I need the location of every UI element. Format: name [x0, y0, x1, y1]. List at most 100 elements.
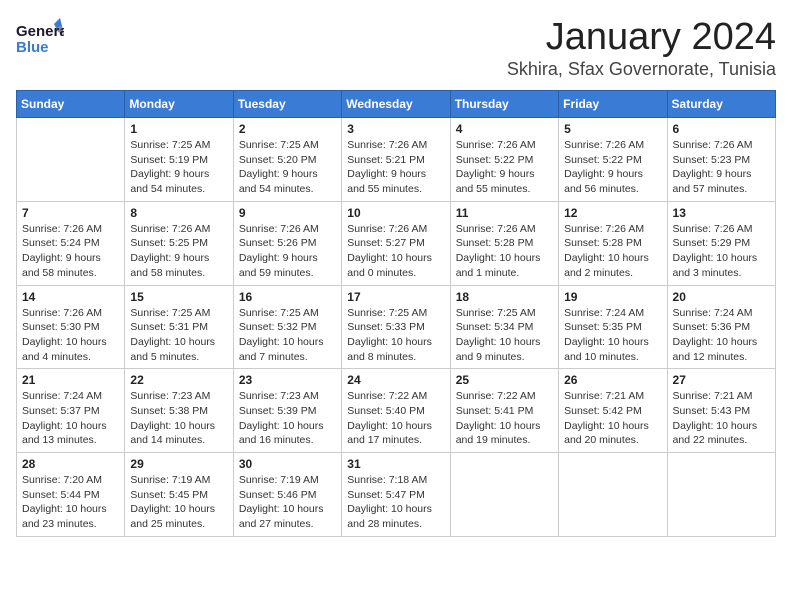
calendar-cell: 21 Sunrise: 7:24 AMSunset: 5:37 PMDayligh… [17, 369, 125, 453]
day-info: Sunrise: 7:18 AMSunset: 5:47 PMDaylight:… [347, 473, 444, 532]
day-info: Sunrise: 7:26 AMSunset: 5:21 PMDaylight:… [347, 138, 444, 197]
day-info: Sunrise: 7:25 AMSunset: 5:32 PMDaylight:… [239, 306, 336, 365]
calendar-cell: 15 Sunrise: 7:25 AMSunset: 5:31 PMDayligh… [125, 285, 233, 369]
calendar-cell: 31 Sunrise: 7:18 AMSunset: 5:47 PMDayligh… [342, 453, 450, 537]
day-number: 13 [673, 206, 770, 220]
calendar-cell: 13 Sunrise: 7:26 AMSunset: 5:29 PMDayligh… [667, 201, 775, 285]
day-info: Sunrise: 7:26 AMSunset: 5:26 PMDaylight:… [239, 222, 336, 281]
day-header-thursday: Thursday [450, 91, 558, 118]
calendar-cell [667, 453, 775, 537]
calendar-cell: 14 Sunrise: 7:26 AMSunset: 5:30 PMDayligh… [17, 285, 125, 369]
page-header: General Blue January 2024 Skhira, Sfax G… [16, 16, 776, 80]
calendar-cell: 25 Sunrise: 7:22 AMSunset: 5:41 PMDayligh… [450, 369, 558, 453]
day-info: Sunrise: 7:24 AMSunset: 5:37 PMDaylight:… [22, 389, 119, 448]
calendar-table: SundayMondayTuesdayWednesdayThursdayFrid… [16, 90, 776, 537]
calendar-cell: 18Sunrise: 7:25 AMSunset: 5:34 PMDayligh… [450, 285, 558, 369]
location-title: Skhira, Sfax Governorate, Tunisia [507, 59, 776, 80]
day-number: 4 [456, 122, 553, 136]
day-number: 31 [347, 457, 444, 471]
day-number: 24 [347, 373, 444, 387]
calendar-cell: 3 Sunrise: 7:26 AMSunset: 5:21 PMDaylight… [342, 118, 450, 202]
day-number: 2 [239, 122, 336, 136]
day-number: 20 [673, 290, 770, 304]
week-row-2: 7 Sunrise: 7:26 AMSunset: 5:24 PMDaylight… [17, 201, 776, 285]
calendar-cell: 28Sunrise: 7:20 AMSunset: 5:44 PMDayligh… [17, 453, 125, 537]
day-info: Sunrise: 7:21 AMSunset: 5:43 PMDaylight:… [673, 389, 770, 448]
svg-text:Blue: Blue [16, 39, 49, 56]
day-number: 22 [130, 373, 227, 387]
day-info: Sunrise: 7:26 AMSunset: 5:28 PMDaylight:… [456, 222, 553, 281]
calendar-cell: 11 Sunrise: 7:26 AMSunset: 5:28 PMDayligh… [450, 201, 558, 285]
calendar-cell [559, 453, 667, 537]
week-row-3: 14 Sunrise: 7:26 AMSunset: 5:30 PMDayligh… [17, 285, 776, 369]
day-number: 17 [347, 290, 444, 304]
day-info: Sunrise: 7:26 AMSunset: 5:30 PMDaylight:… [22, 306, 119, 365]
day-info: Sunrise: 7:26 AMSunset: 5:29 PMDaylight:… [673, 222, 770, 281]
day-number: 21 [22, 373, 119, 387]
title-block: January 2024 Skhira, Sfax Governorate, T… [507, 16, 776, 80]
day-header-sunday: Sunday [17, 91, 125, 118]
day-info: Sunrise: 7:25 AMSunset: 5:31 PMDaylight:… [130, 306, 227, 365]
day-info: Sunrise: 7:22 AMSunset: 5:40 PMDaylight:… [347, 389, 444, 448]
day-number: 6 [673, 122, 770, 136]
calendar-cell: 7 Sunrise: 7:26 AMSunset: 5:24 PMDaylight… [17, 201, 125, 285]
week-row-5: 28Sunrise: 7:20 AMSunset: 5:44 PMDayligh… [17, 453, 776, 537]
calendar-body: 1 Sunrise: 7:25 AMSunset: 5:19 PMDaylight… [17, 118, 776, 537]
day-header-wednesday: Wednesday [342, 91, 450, 118]
day-number: 23 [239, 373, 336, 387]
day-number: 3 [347, 122, 444, 136]
day-number: 11 [456, 206, 553, 220]
day-number: 10 [347, 206, 444, 220]
calendar-cell [450, 453, 558, 537]
calendar-cell: 8Sunrise: 7:26 AMSunset: 5:25 PMDaylight… [125, 201, 233, 285]
day-info: Sunrise: 7:25 AMSunset: 5:19 PMDaylight:… [130, 138, 227, 197]
logo: General Blue [16, 16, 64, 58]
day-number: 19 [564, 290, 661, 304]
calendar-cell [17, 118, 125, 202]
day-number: 18 [456, 290, 553, 304]
calendar-cell: 27Sunrise: 7:21 AMSunset: 5:43 PMDayligh… [667, 369, 775, 453]
day-info: Sunrise: 7:24 AMSunset: 5:35 PMDaylight:… [564, 306, 661, 365]
calendar-cell: 10Sunrise: 7:26 AMSunset: 5:27 PMDayligh… [342, 201, 450, 285]
calendar-cell: 19 Sunrise: 7:24 AMSunset: 5:35 PMDayligh… [559, 285, 667, 369]
month-title: January 2024 [507, 16, 776, 59]
day-header-saturday: Saturday [667, 91, 775, 118]
calendar-cell: 5 Sunrise: 7:26 AMSunset: 5:22 PMDaylight… [559, 118, 667, 202]
calendar-cell: 20 Sunrise: 7:24 AMSunset: 5:36 PMDayligh… [667, 285, 775, 369]
calendar-cell: 29Sunrise: 7:19 AMSunset: 5:45 PMDayligh… [125, 453, 233, 537]
day-number: 26 [564, 373, 661, 387]
day-number: 5 [564, 122, 661, 136]
day-info: Sunrise: 7:26 AMSunset: 5:22 PMDaylight:… [456, 138, 553, 197]
calendar-cell: 23 Sunrise: 7:23 AMSunset: 5:39 PMDayligh… [233, 369, 341, 453]
day-info: Sunrise: 7:23 AMSunset: 5:38 PMDaylight:… [130, 389, 227, 448]
day-info: Sunrise: 7:25 AMSunset: 5:33 PMDaylight:… [347, 306, 444, 365]
calendar-cell: 1 Sunrise: 7:25 AMSunset: 5:19 PMDaylight… [125, 118, 233, 202]
day-number: 25 [456, 373, 553, 387]
day-info: Sunrise: 7:26 AMSunset: 5:24 PMDaylight:… [22, 222, 119, 281]
day-info: Sunrise: 7:23 AMSunset: 5:39 PMDaylight:… [239, 389, 336, 448]
day-number: 29 [130, 457, 227, 471]
day-number: 8 [130, 206, 227, 220]
day-info: Sunrise: 7:21 AMSunset: 5:42 PMDaylight:… [564, 389, 661, 448]
day-info: Sunrise: 7:26 AMSunset: 5:22 PMDaylight:… [564, 138, 661, 197]
day-number: 15 [130, 290, 227, 304]
day-number: 30 [239, 457, 336, 471]
day-number: 14 [22, 290, 119, 304]
day-number: 1 [130, 122, 227, 136]
calendar-cell: 6Sunrise: 7:26 AMSunset: 5:23 PMDaylight… [667, 118, 775, 202]
logo-icon: General Blue [16, 16, 64, 58]
day-info: Sunrise: 7:22 AMSunset: 5:41 PMDaylight:… [456, 389, 553, 448]
day-number: 7 [22, 206, 119, 220]
calendar-cell: 16Sunrise: 7:25 AMSunset: 5:32 PMDayligh… [233, 285, 341, 369]
week-row-1: 1 Sunrise: 7:25 AMSunset: 5:19 PMDaylight… [17, 118, 776, 202]
calendar-cell: 4 Sunrise: 7:26 AMSunset: 5:22 PMDaylight… [450, 118, 558, 202]
day-number: 12 [564, 206, 661, 220]
calendar-cell: 9Sunrise: 7:26 AMSunset: 5:26 PMDaylight… [233, 201, 341, 285]
days-header-row: SundayMondayTuesdayWednesdayThursdayFrid… [17, 91, 776, 118]
day-info: Sunrise: 7:19 AMSunset: 5:46 PMDaylight:… [239, 473, 336, 532]
week-row-4: 21 Sunrise: 7:24 AMSunset: 5:37 PMDayligh… [17, 369, 776, 453]
day-info: Sunrise: 7:20 AMSunset: 5:44 PMDaylight:… [22, 473, 119, 532]
calendar-cell: 12 Sunrise: 7:26 AMSunset: 5:28 PMDayligh… [559, 201, 667, 285]
day-info: Sunrise: 7:26 AMSunset: 5:28 PMDaylight:… [564, 222, 661, 281]
day-info: Sunrise: 7:24 AMSunset: 5:36 PMDaylight:… [673, 306, 770, 365]
